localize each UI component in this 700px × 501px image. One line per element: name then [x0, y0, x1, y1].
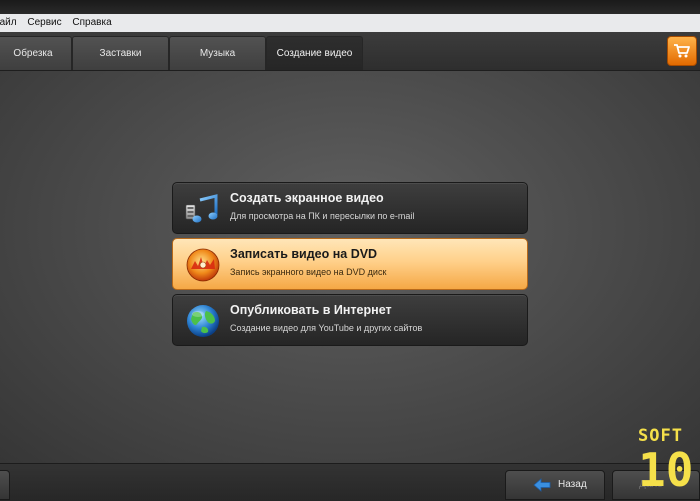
globe-icon — [187, 305, 219, 337]
menu-service[interactable]: Сервис — [23, 14, 65, 32]
option-title: Опубликовать в Интернет — [230, 303, 392, 317]
cart-button[interactable] — [667, 36, 697, 66]
option-subtitle: Создание видео для YouTube и других сайт… — [230, 323, 423, 333]
option-title: Создать экранное видео — [230, 191, 384, 205]
back-button[interactable]: Назад — [505, 470, 605, 500]
option-burn-dvd[interactable]: Записать видео на DVD Запись экранного в… — [172, 238, 528, 290]
menu-help[interactable]: Справка — [68, 14, 115, 32]
svg-text:10: 10 — [638, 443, 692, 490]
tab-trim[interactable]: Обрезка — [0, 36, 72, 70]
menu-bar: Файл Сервис Справка — [0, 14, 700, 33]
back-button-label: Назад — [558, 479, 587, 490]
option-publish-internet[interactable]: Опубликовать в Интернет Создание видео д… — [172, 294, 528, 346]
tab-bar: Обрезка Заставки Музыка Создание видео — [0, 32, 700, 71]
tab-music[interactable]: Музыка — [169, 36, 266, 70]
dvd-disc-icon — [186, 248, 220, 282]
option-subtitle: Для просмотра на ПК и пересылки по e-mai… — [230, 211, 415, 221]
cart-icon — [674, 44, 690, 58]
tab-create-video[interactable]: Создание видео — [266, 36, 363, 70]
tab-intros[interactable]: Заставки — [72, 36, 169, 70]
option-subtitle: Запись экранного видео на DVD диск — [230, 267, 387, 277]
soft10-watermark-logo: SOFT 10 — [638, 426, 692, 490]
arrow-left-icon — [533, 478, 551, 492]
left-edge-button[interactable] — [0, 470, 10, 500]
window-titlebar — [0, 0, 700, 14]
music-notes-icon — [185, 194, 218, 223]
menu-file[interactable]: Файл — [0, 14, 21, 32]
option-create-screen-video[interactable]: Создать экранное видео Для просмотра на … — [172, 182, 528, 234]
main-area: Создать экранное видео Для просмотра на … — [0, 71, 700, 463]
option-title: Записать видео на DVD — [230, 247, 378, 261]
